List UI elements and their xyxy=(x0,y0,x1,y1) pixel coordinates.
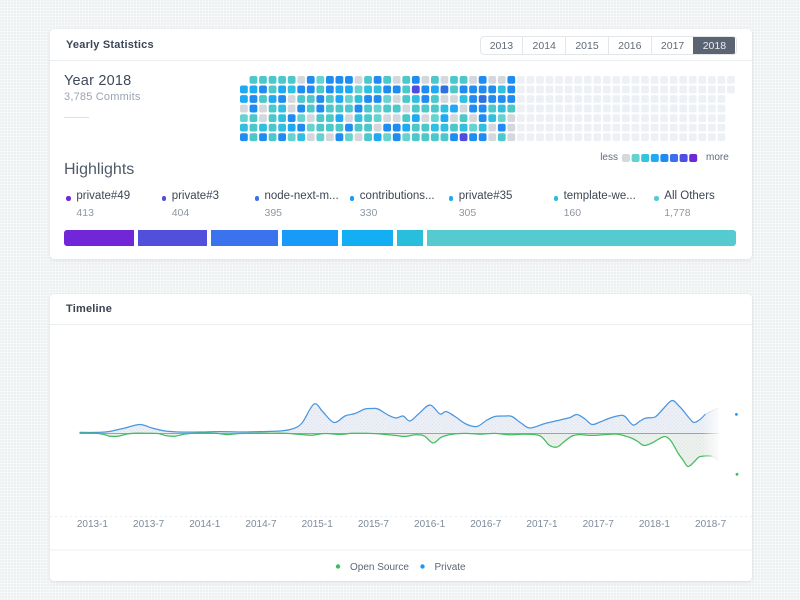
svg-text:2014-1: 2014-1 xyxy=(189,519,221,530)
svg-text:Private: Private xyxy=(435,562,467,573)
svg-text:2013-1: 2013-1 xyxy=(77,519,109,530)
svg-text:2015-7: 2015-7 xyxy=(358,519,390,530)
svg-text:2018-1: 2018-1 xyxy=(639,519,671,530)
svg-text:2013-7: 2013-7 xyxy=(133,519,165,530)
svg-text:2017-1: 2017-1 xyxy=(526,519,558,530)
svg-text:2017-7: 2017-7 xyxy=(583,519,615,530)
svg-text:2015-1: 2015-1 xyxy=(302,519,334,530)
svg-text:2016-1: 2016-1 xyxy=(414,519,446,530)
svg-text:2016-7: 2016-7 xyxy=(470,519,502,530)
svg-text:2018-7: 2018-7 xyxy=(695,519,727,530)
svg-text:2014-7: 2014-7 xyxy=(245,519,277,530)
svg-text:Open Source: Open Source xyxy=(350,562,409,573)
